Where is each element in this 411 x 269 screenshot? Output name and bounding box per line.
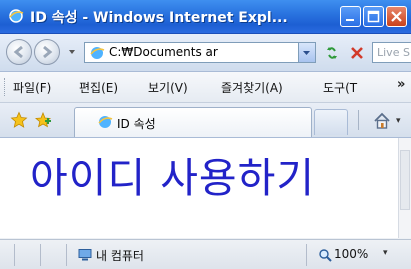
vertical-scrollbar[interactable] <box>398 138 411 238</box>
ie-logo-icon <box>9 9 24 23</box>
toolbar-grip[interactable] <box>4 78 8 96</box>
page-icon <box>90 47 105 59</box>
zoom-dropdown-icon[interactable]: ▾ <box>383 248 388 258</box>
zoom-level[interactable]: 100% <box>334 247 368 261</box>
maximize-icon <box>367 10 380 23</box>
recent-pages-dropdown-icon[interactable] <box>66 46 78 58</box>
address-text: C:₩Documents ar <box>109 45 218 59</box>
new-tab-button[interactable] <box>314 109 348 135</box>
minimize-button[interactable] <box>340 6 361 27</box>
menu-file[interactable]: 파일(F) <box>13 79 51 96</box>
address-toolbar: C:₩Documents ar Live S <box>0 34 411 72</box>
computer-zone-icon <box>78 249 92 261</box>
search-field[interactable]: Live S <box>372 42 411 63</box>
home-dropdown-icon[interactable]: ▾ <box>396 116 401 126</box>
add-favorite-icon[interactable] <box>34 111 52 129</box>
toolbar-separator <box>358 110 359 130</box>
close-button[interactable] <box>386 6 407 27</box>
title-bar: ID 속성 - Windows Internet Expl... <box>0 0 411 34</box>
address-field[interactable]: C:₩Documents ar <box>84 42 316 63</box>
chevron-down-icon <box>303 51 310 55</box>
menu-view[interactable]: 보기(V) <box>148 79 188 96</box>
browser-window: ID 속성 - Windows Internet Expl... C:₩Docu… <box>0 0 411 269</box>
tab-id-attribute[interactable]: ID 속성 <box>74 107 312 137</box>
forward-arrow-icon <box>43 45 53 59</box>
tab-label: ID 속성 <box>117 117 156 131</box>
close-icon <box>391 11 402 22</box>
back-button[interactable] <box>6 39 32 65</box>
status-divider <box>66 244 67 266</box>
stop-icon[interactable] <box>347 43 367 63</box>
page-heading: 아이디 사용하기 <box>30 154 316 202</box>
window-title: ID 속성 - Windows Internet Expl... <box>30 10 288 26</box>
menu-bar: 파일(F) 편집(E) 보기(V) 즐겨찾기(A) 도구(T » <box>0 72 411 103</box>
forward-button[interactable] <box>34 39 60 65</box>
menu-overflow-chevron[interactable]: » <box>397 77 405 92</box>
minimize-icon <box>346 19 354 21</box>
maximize-button[interactable] <box>363 6 384 27</box>
tab-bar: ID 속성 ▾ <box>0 103 411 138</box>
favorites-star-icon[interactable] <box>10 111 28 129</box>
menu-edit[interactable]: 편집(E) <box>79 79 118 96</box>
scrollbar-thumb[interactable] <box>400 150 410 210</box>
page-content: 아이디 사용하기 <box>0 138 398 238</box>
zoom-icon[interactable] <box>318 248 332 262</box>
ie-page-icon <box>98 116 113 128</box>
search-placeholder: Live S <box>377 46 410 59</box>
menu-tools[interactable]: 도구(T <box>323 79 357 96</box>
status-bar: 내 컴퓨터 100% ▾ <box>0 239 411 269</box>
status-divider <box>306 244 307 266</box>
home-icon[interactable] <box>372 111 392 131</box>
status-divider <box>40 244 41 266</box>
security-zone-label: 내 컴퓨터 <box>96 249 144 263</box>
status-divider <box>14 244 15 266</box>
menu-favorites[interactable]: 즐겨찾기(A) <box>221 79 283 96</box>
refresh-icon[interactable] <box>322 43 342 63</box>
back-arrow-icon <box>13 45 23 59</box>
address-dropdown-button[interactable] <box>298 43 315 62</box>
